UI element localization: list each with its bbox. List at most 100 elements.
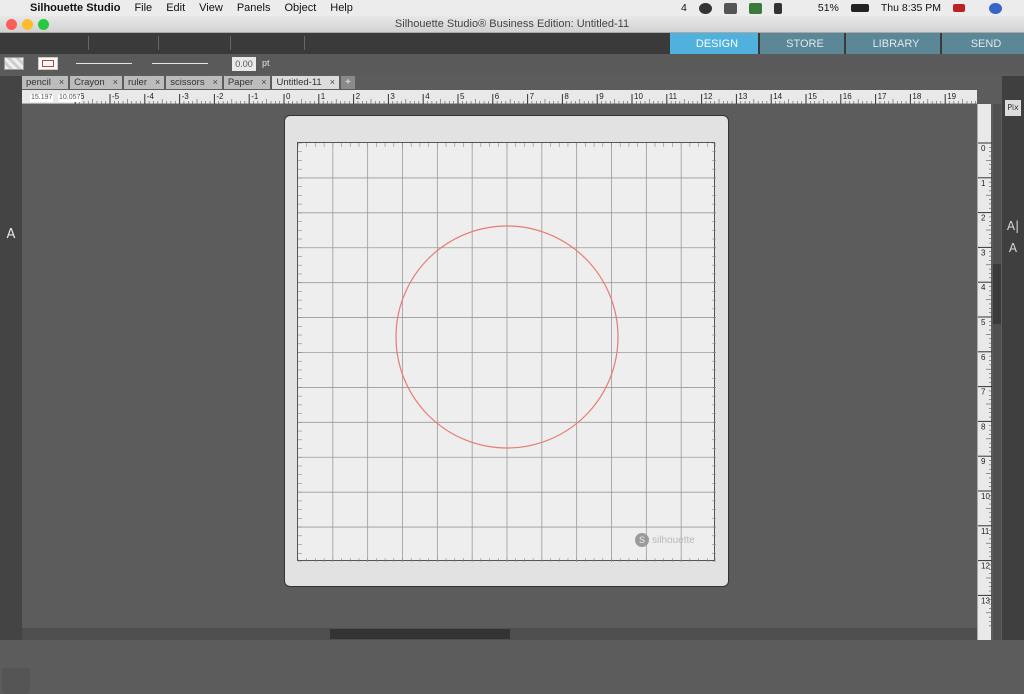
creative-cloud-icon[interactable] xyxy=(698,2,712,14)
fill-color-swatch[interactable] xyxy=(4,57,24,70)
close-tab-icon[interactable]: × xyxy=(59,76,64,89)
pencil-tool-icon[interactable] xyxy=(2,204,20,222)
zoom-in-icon[interactable] xyxy=(310,35,326,51)
point-edit-icon[interactable] xyxy=(2,98,20,116)
sketch-icon[interactable] xyxy=(1005,172,1021,188)
vertical-scroll-thumb[interactable] xyxy=(993,264,1001,324)
zoom-fit-icon[interactable] xyxy=(352,35,368,51)
line-join-select[interactable] xyxy=(152,57,220,70)
doc-tab-ruler[interactable]: ruler × xyxy=(123,76,165,89)
battery-level[interactable]: 51% xyxy=(818,2,839,14)
vertical-scrollbar[interactable] xyxy=(993,104,1001,640)
siri-icon[interactable] xyxy=(989,2,1002,14)
knife-tool-icon[interactable] xyxy=(2,288,20,306)
redo-icon[interactable] xyxy=(186,35,202,51)
offset-icon[interactable] xyxy=(1005,356,1021,372)
close-tab-icon[interactable]: × xyxy=(261,76,266,89)
new-file-icon[interactable] xyxy=(4,35,20,51)
add-tab-button[interactable]: + xyxy=(340,76,355,89)
refresh-icon[interactable] xyxy=(208,35,224,51)
horizontal-scrollbar[interactable] xyxy=(22,628,977,640)
flag-icon[interactable] xyxy=(953,4,965,12)
text-to-path-icon[interactable]: A xyxy=(1005,240,1021,256)
horizontal-scroll-thumb[interactable] xyxy=(330,629,510,639)
circle-shape[interactable] xyxy=(395,225,619,449)
line-style-icon[interactable] xyxy=(1005,148,1021,164)
zoom-window-button[interactable] xyxy=(38,19,49,30)
fill-panel-icon[interactable] xyxy=(1005,124,1021,140)
pixscan-icon[interactable]: Pix xyxy=(1005,100,1021,116)
close-tab-icon[interactable]: × xyxy=(155,76,160,89)
menu-edit[interactable]: Edit xyxy=(166,2,185,14)
undo-icon[interactable] xyxy=(166,35,182,51)
line-style-select[interactable] xyxy=(76,57,144,70)
close-tab-icon[interactable]: × xyxy=(113,76,118,89)
tab-design[interactable]: DESIGN xyxy=(670,33,758,54)
doc-tab-crayon[interactable]: Crayon × xyxy=(70,76,122,89)
align-icon[interactable] xyxy=(1005,264,1021,280)
paste-icon[interactable] xyxy=(138,35,154,51)
tab-library[interactable]: LIBRARY xyxy=(846,33,940,54)
line-tool-icon[interactable] xyxy=(2,140,20,158)
menu-file[interactable]: File xyxy=(134,2,152,14)
rhinestone-icon[interactable] xyxy=(1005,402,1021,418)
collapse-panel-icon[interactable] xyxy=(1005,566,1021,582)
select-all-icon[interactable] xyxy=(238,35,254,51)
dropbox-icon[interactable] xyxy=(723,2,737,14)
minimize-window-button[interactable] xyxy=(22,19,33,30)
open-file-icon[interactable] xyxy=(24,35,40,51)
text-tool-icon[interactable]: A xyxy=(2,226,20,244)
shear-icon[interactable] xyxy=(1005,520,1021,536)
modify-icon[interactable] xyxy=(1005,334,1021,350)
menu-object[interactable]: Object xyxy=(284,2,316,14)
warp-icon[interactable] xyxy=(1005,496,1021,512)
copy-icon[interactable] xyxy=(116,35,132,51)
doc-tab-paper[interactable]: Paper × xyxy=(223,76,271,89)
polygon-tool-icon[interactable] xyxy=(2,184,20,202)
cut-icon[interactable] xyxy=(96,35,112,51)
deselect-icon[interactable] xyxy=(260,35,276,51)
menu-view[interactable]: View xyxy=(199,2,223,14)
settings-gear-icon[interactable] xyxy=(1005,606,1021,622)
curve-tool-icon[interactable] xyxy=(2,118,20,136)
line-color-swatch[interactable] xyxy=(38,57,58,70)
tab-store[interactable]: STORE xyxy=(760,33,844,54)
bluetooth-icon[interactable] xyxy=(773,2,782,14)
select-arrow-icon[interactable] xyxy=(2,78,20,96)
transform-icon[interactable] xyxy=(1005,426,1021,442)
image-effects-icon[interactable] xyxy=(1005,194,1021,210)
doc-tab-scissors[interactable]: scissors × xyxy=(166,76,222,89)
app-menu[interactable]: Silhouette Studio xyxy=(30,2,120,14)
clock[interactable]: Thu 8:35 PM xyxy=(881,2,941,14)
layers-icon[interactable] xyxy=(1005,450,1021,466)
close-tab-icon[interactable]: × xyxy=(213,76,218,89)
move-down-icon[interactable] xyxy=(374,35,390,51)
print-icon[interactable] xyxy=(66,35,82,51)
eyedropper-tool-icon[interactable] xyxy=(2,310,20,328)
stroke-width-input[interactable]: 0.00 xyxy=(232,57,256,71)
nesting-icon[interactable] xyxy=(1005,310,1021,326)
split-line-icon[interactable] xyxy=(1005,542,1021,558)
fit-page-icon[interactable] xyxy=(418,35,434,51)
text-style-icon[interactable]: A| xyxy=(1005,218,1021,234)
pan-hand-icon[interactable] xyxy=(396,35,412,51)
tab-send[interactable]: SEND xyxy=(942,33,1024,54)
menu-panels[interactable]: Panels xyxy=(237,2,271,14)
zoom-out-icon[interactable] xyxy=(330,35,346,51)
doc-tab-pencil[interactable]: pencil × xyxy=(22,76,69,89)
eraser-tool-icon[interactable] xyxy=(2,268,20,286)
close-window-button[interactable] xyxy=(6,19,17,30)
replicate-icon[interactable] xyxy=(1005,286,1021,302)
save-to-library-icon[interactable] xyxy=(2,668,30,694)
fill-tool-icon[interactable] xyxy=(2,246,20,264)
menu-help[interactable]: Help xyxy=(330,2,353,14)
save-icon[interactable] xyxy=(44,35,60,51)
doc-tab-untitled-11[interactable]: Untitled-11 × xyxy=(272,76,339,89)
select-by-color-icon[interactable] xyxy=(282,35,298,51)
ellipse-tool-icon[interactable] xyxy=(2,162,20,180)
close-tab-icon[interactable]: × xyxy=(330,76,335,89)
drive-icon[interactable] xyxy=(748,2,762,14)
page-setup-icon[interactable] xyxy=(1005,78,1021,94)
cut-area[interactable] xyxy=(297,142,716,562)
hatch-icon[interactable] xyxy=(1005,474,1021,490)
